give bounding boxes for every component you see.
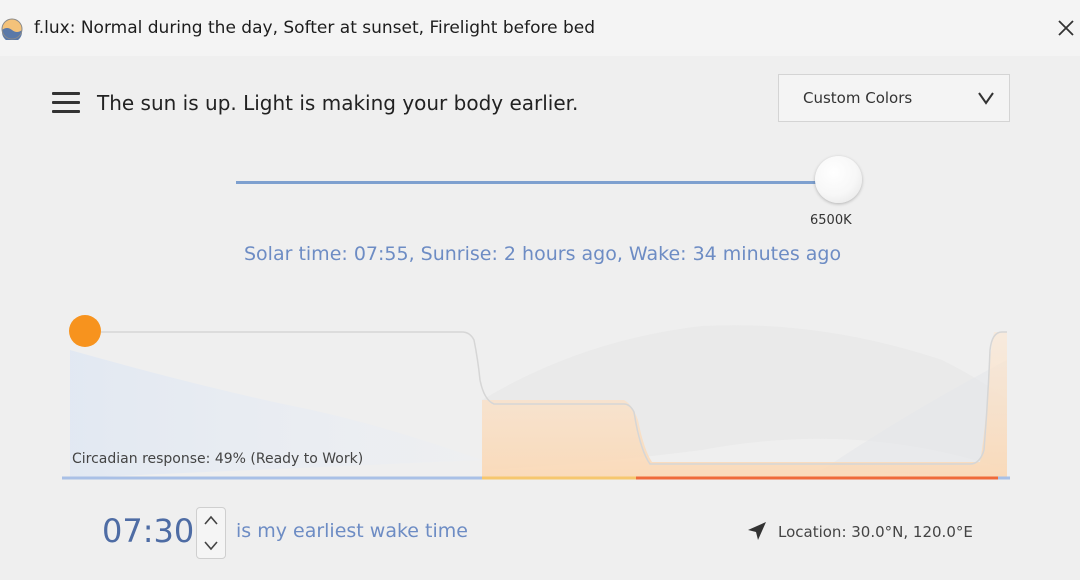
color-temperature-slider[interactable]	[236, 181, 836, 184]
current-time-sun-marker[interactable]	[69, 315, 101, 347]
title-bar: f.lux: Normal during the day, Softer at …	[0, 0, 1080, 56]
circadian-response-text: Circadian response: 49% (Ready to Work)	[72, 451, 364, 467]
chevron-up-icon[interactable]	[197, 508, 225, 533]
wake-time-label: is my earliest wake time	[236, 520, 468, 542]
sun-status-text: The sun is up. Light is making your body…	[97, 91, 579, 115]
color-temperature-slider-thumb[interactable]	[815, 156, 862, 203]
menu-icon[interactable]	[52, 90, 80, 116]
chevron-down-icon[interactable]	[197, 533, 225, 558]
color-temperature-value: 6500K	[810, 213, 852, 228]
flux-app-icon	[1, 18, 23, 40]
window-title: f.lux: Normal during the day, Softer at …	[34, 18, 596, 38]
solar-time-info: Solar time: 07:55, Sunrise: 2 hours ago,…	[244, 243, 842, 265]
color-preset-dropdown[interactable]: Custom Colors	[778, 74, 1010, 122]
flux-window: f.lux: Normal during the day, Softer at …	[0, 0, 1080, 580]
wake-time-stepper[interactable]	[196, 507, 226, 559]
color-preset-selected: Custom Colors	[803, 89, 913, 107]
wake-time-value[interactable]: 07:30	[102, 512, 194, 550]
location-arrow-icon	[748, 522, 766, 540]
chevron-down-icon	[978, 92, 994, 105]
location-text: Location: 30.0°N, 120.0°E	[778, 523, 973, 541]
close-icon[interactable]	[1052, 14, 1080, 42]
